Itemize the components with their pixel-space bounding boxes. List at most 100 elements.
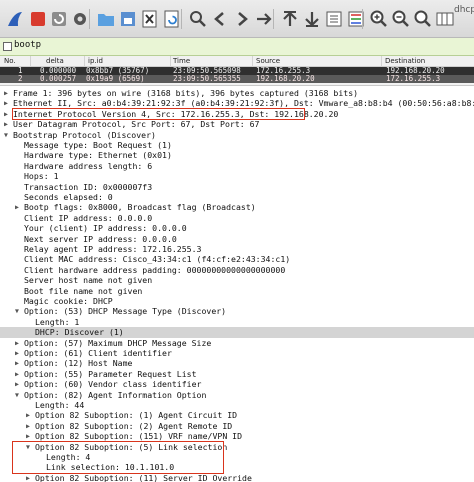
collapsed-triangle-icon[interactable]: ▶ — [2, 119, 10, 129]
column-header-no[interactable]: No. — [4, 57, 16, 65]
tree-item[interactable]: ▶ Option: (12) Host Name — [0, 358, 474, 368]
column-header-ipid[interactable]: ip.id — [88, 57, 103, 65]
zoom-in-button[interactable] — [368, 8, 390, 30]
tree-item[interactable]: Length: 4 — [0, 452, 474, 462]
collapsed-triangle-icon[interactable]: ▶ — [24, 410, 32, 420]
display-filter-input[interactable]: bootp — [14, 40, 41, 50]
find-packet-button[interactable] — [187, 8, 209, 30]
column-header-destination[interactable]: Destination — [385, 57, 425, 65]
shark-fin-start-button[interactable] — [4, 8, 26, 30]
tree-item[interactable]: ▶ Option: (60) Vendor class identifier — [0, 379, 474, 389]
resize-columns-button[interactable] — [434, 8, 456, 30]
save-file-button[interactable] — [117, 8, 139, 30]
expanded-triangle-icon[interactable]: ▼ — [2, 130, 10, 140]
last-packet-button[interactable] — [301, 8, 323, 30]
expanded-triangle-icon[interactable]: ▼ — [13, 306, 21, 316]
stop-capture-button[interactable] — [27, 8, 49, 30]
tree-item-label: Ethernet II, Src: a0:b4:39:21:92:3f (a0:… — [13, 98, 474, 109]
go-forward-icon — [238, 12, 248, 26]
tree-item[interactable]: Server host name not given — [0, 275, 474, 285]
normal-size-button[interactable] — [412, 8, 434, 30]
column-header-delta[interactable]: delta — [46, 57, 64, 65]
tree-item[interactable]: ▼ Option 82 Suboption: (5) Link selection — [0, 442, 474, 452]
collapsed-triangle-icon[interactable]: ▶ — [24, 473, 32, 482]
collapsed-triangle-icon[interactable]: ▶ — [13, 348, 21, 358]
tree-item[interactable]: ▶ Ethernet II, Src: a0:b4:39:21:92:3f (a0… — [0, 98, 474, 108]
tree-item[interactable]: ▶ Internet Protocol Version 4, Src: 172.1… — [0, 109, 474, 119]
collapsed-triangle-icon[interactable]: ▶ — [2, 109, 10, 119]
column-header-time[interactable]: Time — [173, 57, 190, 65]
first-packet-button[interactable] — [279, 8, 301, 30]
go-back-button[interactable] — [209, 8, 231, 30]
reload-file-button[interactable] — [161, 8, 183, 30]
tree-item[interactable]: Seconds elapsed: 0 — [0, 192, 474, 202]
collapsed-triangle-icon[interactable]: ▶ — [13, 379, 21, 389]
bookmark-icon[interactable] — [3, 42, 12, 51]
tree-item[interactable]: ▼ Bootstrap Protocol (Discover) — [0, 130, 474, 140]
tree-item[interactable]: ▶ Option 82 Suboption: (11) Server ID Ove… — [0, 473, 474, 482]
tree-item[interactable]: Client IP address: 0.0.0.0 — [0, 213, 474, 223]
tree-item[interactable]: DHCP: Discover (1) — [0, 327, 474, 338]
tree-item[interactable]: ▼ Option: (53) DHCP Message Type (Discove… — [0, 306, 474, 316]
collapsed-triangle-icon[interactable]: ▶ — [2, 88, 10, 98]
zoom-out-button[interactable] — [390, 8, 412, 30]
tree-item[interactable]: Your (client) IP address: 0.0.0.0 — [0, 223, 474, 233]
go-forward-button[interactable] — [231, 8, 253, 30]
tree-item[interactable]: ▶ Frame 1: 396 bytes on wire (3168 bits),… — [0, 88, 474, 98]
shark-fin-start-icon — [8, 12, 22, 26]
capture-options-button[interactable] — [69, 8, 91, 30]
tree-item[interactable]: Relay agent IP address: 172.16.255.3 — [0, 244, 474, 254]
tree-item[interactable]: Message type: Boot Request (1) — [0, 140, 474, 150]
packet-destination: 172.16.255.3 — [386, 74, 441, 83]
tree-item-label: Hardware address length: 6 — [24, 160, 153, 171]
tree-item[interactable]: ▶ Option 82 Suboption: (2) Agent Remote I… — [0, 421, 474, 431]
collapsed-triangle-icon[interactable]: ▶ — [13, 369, 21, 379]
tree-item[interactable]: ▶ Option: (61) Client identifier — [0, 348, 474, 358]
tree-item[interactable]: ▶ Option: (57) Maximum DHCP Message Size — [0, 338, 474, 348]
tree-item[interactable]: Transaction ID: 0x000007f3 — [0, 182, 474, 192]
tree-item[interactable]: Magic cookie: DHCP — [0, 296, 474, 306]
tree-item-label: Option 82 Suboption: (5) Link selection — [35, 441, 228, 452]
open-file-button[interactable] — [95, 8, 117, 30]
tree-item-label: Option: (82) Agent Information Option — [24, 389, 207, 400]
colorize-button[interactable] — [345, 8, 367, 30]
auto-scroll-button[interactable] — [323, 8, 345, 30]
tree-item[interactable]: ▶ User Datagram Protocol, Src Port: 67, D… — [0, 119, 474, 129]
tree-item[interactable]: ▶ Option: (55) Parameter Request List — [0, 369, 474, 379]
tree-item[interactable]: Next server IP address: 0.0.0.0 — [0, 234, 474, 244]
tree-item[interactable]: Hops: 1 — [0, 171, 474, 181]
tree-item[interactable]: ▶ Option 82 Suboption: (151) VRF name/VPN… — [0, 431, 474, 441]
toolbar-separator — [181, 9, 182, 29]
tree-item[interactable]: Boot file name not given — [0, 286, 474, 296]
tree-item[interactable]: ▶ Option 82 Suboption: (1) Agent Circuit … — [0, 410, 474, 420]
expanded-triangle-icon[interactable]: ▼ — [24, 442, 32, 452]
collapsed-triangle-icon[interactable]: ▶ — [2, 98, 10, 108]
display-filter-bar[interactable]: bootp — [0, 38, 474, 56]
capture-options-icon — [74, 13, 86, 25]
column-header-source[interactable]: Source — [256, 57, 280, 65]
tree-item[interactable]: Length: 1 — [0, 317, 474, 327]
collapsed-triangle-icon[interactable]: ▶ — [13, 358, 21, 368]
packet-list-splitter[interactable] — [0, 83, 474, 86]
restart-capture-button[interactable] — [48, 8, 70, 30]
packet-no: 2 — [18, 74, 23, 83]
expanded-triangle-icon[interactable]: ▼ — [13, 390, 21, 400]
packet-row-2[interactable]: 2 0.000257 0x19a9 (6569) 23:09:50.565355… — [0, 75, 474, 83]
tree-item[interactable]: Link selection: 10.1.101.0 — [0, 462, 474, 472]
go-to-packet-button[interactable] — [253, 8, 275, 30]
tree-item-label: Hardware type: Ethernet (0x01) — [24, 150, 172, 161]
tree-item[interactable]: Length: 44 — [0, 400, 474, 410]
collapsed-triangle-icon[interactable]: ▶ — [13, 202, 21, 212]
tree-item[interactable]: Hardware type: Ethernet (0x01) — [0, 150, 474, 160]
tree-item[interactable]: ▶ Bootp flags: 0x8000, Broadcast flag (Br… — [0, 202, 474, 212]
tree-item[interactable]: Client hardware address padding: 0000000… — [0, 265, 474, 275]
tree-item[interactable]: Client MAC address: Cisco_43:34:c1 (f4:c… — [0, 254, 474, 264]
tree-item-label: Option: (57) Maximum DHCP Message Size — [24, 337, 212, 348]
tree-item[interactable]: ▼ Option: (82) Agent Information Option — [0, 390, 474, 400]
collapsed-triangle-icon[interactable]: ▶ — [13, 338, 21, 348]
collapsed-triangle-icon[interactable]: ▶ — [24, 421, 32, 431]
packet-delta: 0.000257 — [40, 74, 77, 83]
collapsed-triangle-icon[interactable]: ▶ — [24, 431, 32, 441]
tree-item[interactable]: Hardware address length: 6 — [0, 161, 474, 171]
close-file-button[interactable] — [139, 8, 161, 30]
